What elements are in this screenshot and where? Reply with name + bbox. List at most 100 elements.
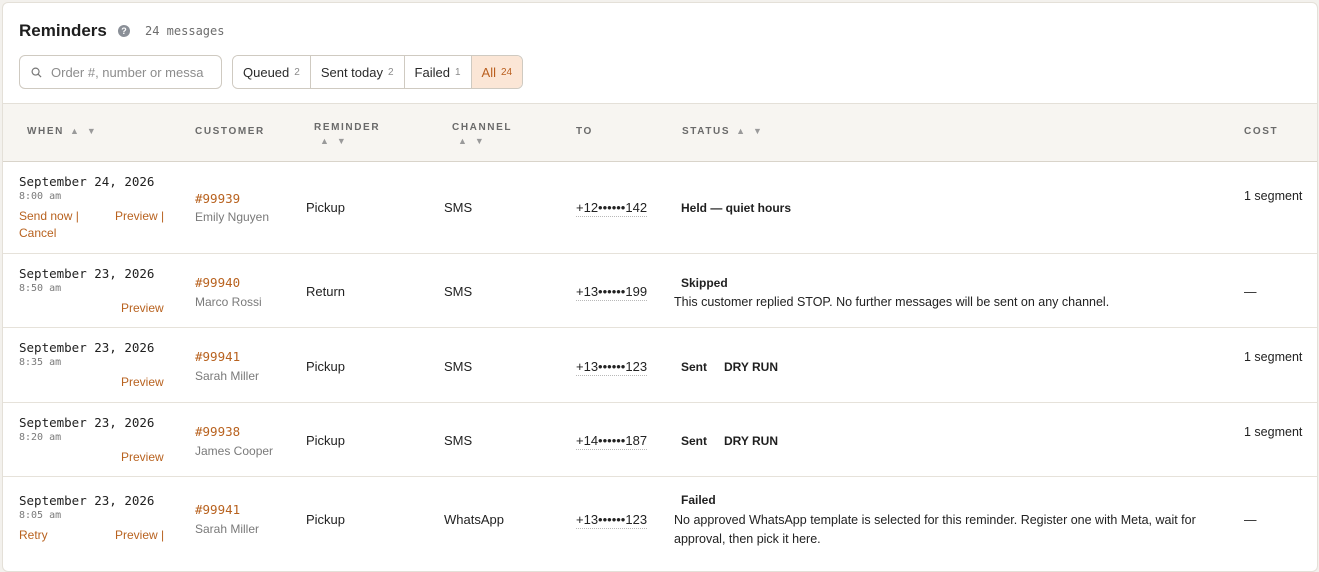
- cost-value: 1 segment: [1244, 425, 1303, 439]
- filter-label: Sent today: [320, 64, 383, 80]
- reminder-type: Pickup: [306, 512, 346, 527]
- reminders-panel: Reminders ? 24 messages Queued 2 Sent to…: [2, 2, 1318, 572]
- status-label: Held — quiet hours: [681, 201, 792, 215]
- channel: SMS: [444, 200, 473, 215]
- row-date: September 23, 2026: [19, 415, 155, 430]
- column-label: STATUS: [682, 126, 731, 137]
- filter-label: Failed: [414, 64, 450, 80]
- column-reminder[interactable]: REMINDER ▲▼: [314, 122, 380, 146]
- column-status[interactable]: STATUS ▲▼: [682, 126, 770, 137]
- filter-count: 2: [387, 66, 394, 78]
- phone-number: +12••••••142: [576, 200, 648, 217]
- sort-arrows-icon[interactable]: ▲▼: [736, 126, 770, 136]
- status-label: Sent: [681, 360, 708, 374]
- table-header: WHEN ▲▼ CUSTOMER REMINDER ▲▼ CHANNEL ▲▼ T…: [3, 103, 1317, 162]
- channel: SMS: [444, 433, 473, 448]
- sort-arrows-icon[interactable]: ▲▼: [70, 126, 104, 136]
- status-label: Sent: [681, 434, 708, 448]
- cost-value: —: [1244, 285, 1257, 299]
- reminder-type: Return: [306, 284, 346, 299]
- status-filter-group: Queued 2 Sent today 2 Failed 1 All 24: [232, 55, 524, 89]
- customer-name: Sarah Miller: [195, 522, 260, 536]
- order-link[interactable]: #99939: [195, 191, 240, 206]
- status-label: Skipped: [681, 276, 728, 290]
- search-icon: [31, 67, 42, 78]
- filter-label: Queued: [243, 64, 290, 80]
- channel: SMS: [444, 284, 473, 299]
- table-row: September 23, 2026 8:50 am Preview #9994…: [3, 254, 1317, 328]
- table-row: September 23, 2026 8:35 am Preview #9994…: [3, 328, 1317, 403]
- phone-number: +14••••••187: [576, 433, 648, 450]
- table-row: September 23, 2026 8:20 am Preview #9993…: [3, 403, 1317, 477]
- preview-link[interactable]: Preview: [121, 450, 164, 464]
- order-link[interactable]: #99940: [195, 275, 240, 290]
- cancel-link[interactable]: Cancel: [19, 226, 56, 240]
- dry-run-badge: DRY RUN: [724, 434, 779, 448]
- table-row: September 23, 2026 8:05 am Retry Preview…: [3, 477, 1317, 567]
- row-time: 8:35 am: [19, 357, 62, 368]
- search-box[interactable]: [19, 55, 222, 89]
- filter-queued[interactable]: Queued 2: [233, 56, 311, 88]
- row-time: 8:05 am: [19, 510, 62, 521]
- customer-name: James Cooper: [195, 444, 274, 458]
- filter-all[interactable]: All 24: [471, 56, 523, 88]
- phone-number: +13••••••123: [576, 512, 648, 529]
- column-label: REMINDER: [314, 122, 381, 133]
- preview-link[interactable]: Preview: [121, 301, 164, 315]
- row-date: September 23, 2026: [19, 340, 155, 355]
- page-title: Reminders: [19, 21, 107, 40]
- row-date: September 23, 2026: [19, 493, 155, 508]
- filter-failed[interactable]: Failed 1: [404, 56, 472, 88]
- column-cost: COST: [1244, 126, 1278, 137]
- preview-link[interactable]: Preview |: [115, 209, 164, 223]
- order-link[interactable]: #99938: [195, 424, 240, 439]
- reminder-type: Pickup: [306, 200, 346, 215]
- customer-name: Marco Rossi: [195, 295, 262, 309]
- row-time: 8:50 am: [19, 283, 62, 294]
- row-date: September 23, 2026: [19, 266, 155, 281]
- search-input[interactable]: [51, 63, 216, 81]
- cost-value: 1 segment: [1244, 189, 1303, 203]
- filter-label: All: [481, 64, 496, 80]
- column-channel[interactable]: CHANNEL ▲▼: [452, 122, 512, 146]
- reminder-type: Pickup: [306, 359, 346, 374]
- message-count: 24 messages: [145, 24, 225, 38]
- preview-link[interactable]: Preview |: [115, 528, 164, 542]
- filter-count: 2: [294, 66, 300, 78]
- column-customer: CUSTOMER: [195, 126, 265, 137]
- channel: WhatsApp: [444, 512, 504, 527]
- table-row: September 24, 2026 8:00 am Send now | Pr…: [3, 162, 1317, 254]
- status-detail: No approved WhatsApp template is selecte…: [674, 513, 1196, 546]
- row-time: 8:00 am: [19, 191, 62, 202]
- filter-count: 24: [500, 66, 513, 78]
- row-time: 8:20 am: [19, 432, 62, 443]
- column-label: COST: [1244, 126, 1279, 137]
- column-to: TO: [576, 126, 593, 137]
- send-now-link[interactable]: Send now |: [19, 209, 79, 223]
- customer-name: Emily Nguyen: [195, 210, 270, 224]
- sort-arrows-icon[interactable]: ▲▼: [452, 136, 512, 146]
- cost-value: —: [1244, 513, 1257, 527]
- status-detail: This customer replied STOP. No further m…: [674, 295, 1110, 309]
- retry-link[interactable]: Retry: [19, 528, 48, 542]
- preview-link[interactable]: Preview: [121, 375, 164, 389]
- cost-value: 1 segment: [1244, 350, 1303, 364]
- filter-count: 1: [454, 66, 461, 78]
- order-link[interactable]: #99941: [195, 502, 240, 517]
- column-when[interactable]: WHEN ▲▼: [27, 126, 104, 137]
- status-label: Failed: [681, 493, 716, 507]
- filter-sent-today[interactable]: Sent today 2: [310, 56, 405, 88]
- column-label: CHANNEL: [452, 122, 513, 133]
- sort-arrows-icon[interactable]: ▲▼: [314, 136, 380, 146]
- row-date: September 24, 2026: [19, 174, 155, 189]
- dry-run-badge: DRY RUN: [724, 360, 779, 374]
- phone-number: +13••••••123: [576, 359, 648, 376]
- column-label: CUSTOMER: [195, 126, 265, 137]
- customer-name: Sarah Miller: [195, 369, 260, 383]
- phone-number: +13••••••199: [576, 284, 648, 301]
- channel: SMS: [444, 359, 473, 374]
- help-icon[interactable]: ?: [118, 25, 130, 37]
- reminder-type: Pickup: [306, 433, 346, 448]
- order-link[interactable]: #99941: [195, 349, 240, 364]
- column-label: TO: [576, 126, 593, 137]
